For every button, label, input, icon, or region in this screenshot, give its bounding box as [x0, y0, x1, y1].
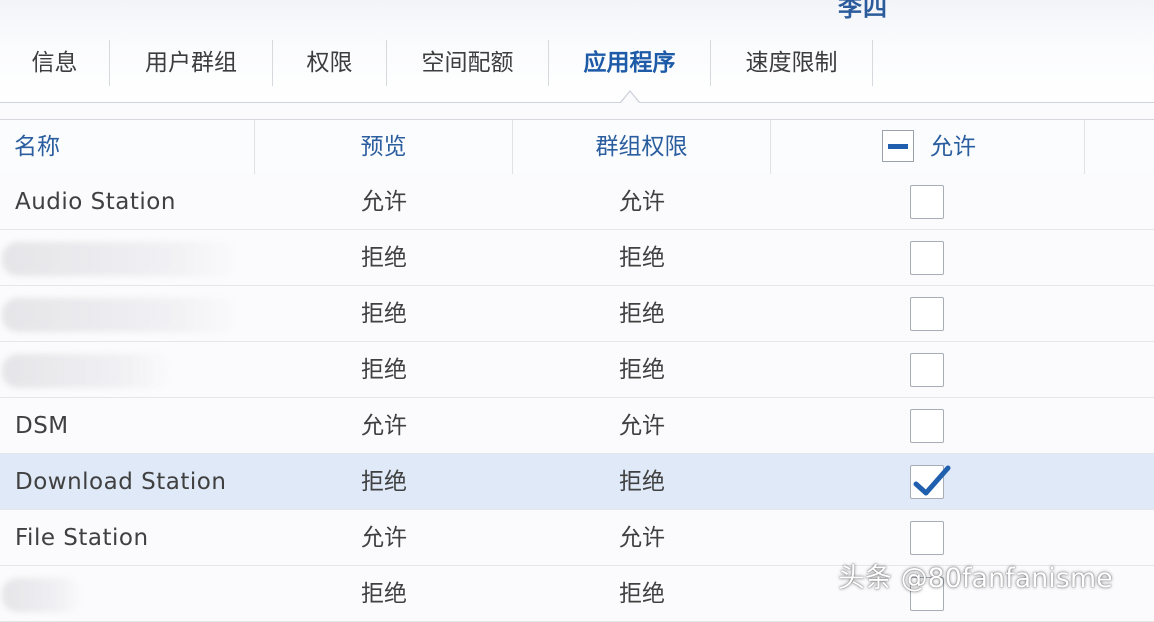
redacted-app-name [2, 578, 82, 612]
app-name: Audio Station [15, 189, 176, 215]
allow-checkbox[interactable] [910, 297, 944, 331]
preview-permission: 拒绝 [361, 581, 407, 607]
table-row[interactable]: Download Station 拒绝 拒绝 [0, 454, 1154, 510]
redacted-app-name [2, 242, 240, 276]
dialog-header: 李四 信息 用户群组 权限 空间配额 应用程序 速度限制 [0, 0, 1154, 103]
application-permission-table: Audio Station 允许 允许 拒绝 拒绝 拒绝 拒绝 拒绝 拒绝 DSM 允许 允许 Down… [0, 174, 1154, 622]
allow-header-label: 允许 [930, 134, 976, 160]
tab-applications[interactable]: 应用程序 [549, 40, 711, 86]
column-header-preview[interactable]: 预览 [255, 120, 513, 174]
select-all-checkbox[interactable] [882, 130, 914, 162]
tab-info[interactable]: 信息 [0, 40, 110, 86]
preview-permission: 拒绝 [361, 301, 407, 327]
table-row[interactable]: 拒绝 拒绝 [0, 342, 1154, 398]
app-name: DSM [15, 413, 69, 439]
app-name: File Station [15, 525, 149, 551]
app-name: Download Station [15, 469, 227, 495]
group-permission: 拒绝 [619, 581, 665, 607]
group-permission: 拒绝 [619, 301, 665, 327]
group-permission: 允许 [619, 525, 665, 551]
active-tab-pointer [620, 90, 640, 103]
table-row[interactable]: Audio Station 允许 允许 [0, 174, 1154, 230]
redacted-app-name [2, 354, 172, 388]
allow-checkbox[interactable] [910, 241, 944, 275]
allow-checkbox[interactable] [910, 409, 944, 443]
column-header-name[interactable]: 名称 [0, 120, 255, 174]
allow-checkbox[interactable] [910, 353, 944, 387]
group-permission: 拒绝 [619, 357, 665, 383]
allow-checkbox[interactable] [910, 185, 944, 219]
preview-permission: 允许 [361, 189, 407, 215]
tab-permissions[interactable]: 权限 [273, 40, 387, 86]
column-header-group-permission[interactable]: 群组权限 [513, 120, 771, 174]
table-header: 名称 预览 群组权限 允许 [0, 119, 1154, 175]
watermark: 头条 @80fanfanisme [838, 563, 1113, 594]
group-permission: 拒绝 [619, 245, 665, 271]
tab-speed-limit[interactable]: 速度限制 [711, 40, 873, 86]
table-row[interactable]: 拒绝 拒绝 [0, 286, 1154, 342]
allow-checkbox[interactable] [910, 521, 944, 555]
redacted-app-name [2, 298, 240, 332]
tab-user-groups[interactable]: 用户群组 [110, 40, 273, 86]
preview-permission: 拒绝 [361, 469, 407, 495]
allow-checkbox[interactable] [910, 465, 951, 499]
preview-permission: 允许 [361, 525, 407, 551]
column-header-allow[interactable]: 允许 [771, 120, 1085, 174]
table-row[interactable]: DSM 允许 允许 [0, 398, 1154, 454]
table-row[interactable]: 拒绝 拒绝 [0, 230, 1154, 286]
tab-quota[interactable]: 空间配额 [387, 40, 549, 86]
group-permission: 拒绝 [619, 469, 665, 495]
group-permission: 允许 [619, 189, 665, 215]
checkmark-icon [913, 465, 951, 496]
user-name-title: 李四 [838, 0, 888, 22]
preview-permission: 拒绝 [361, 245, 407, 271]
preview-permission: 允许 [361, 413, 407, 439]
group-permission: 允许 [619, 413, 665, 439]
preview-permission: 拒绝 [361, 357, 407, 383]
tab-bar: 信息 用户群组 权限 空间配额 应用程序 速度限制 [0, 40, 873, 86]
